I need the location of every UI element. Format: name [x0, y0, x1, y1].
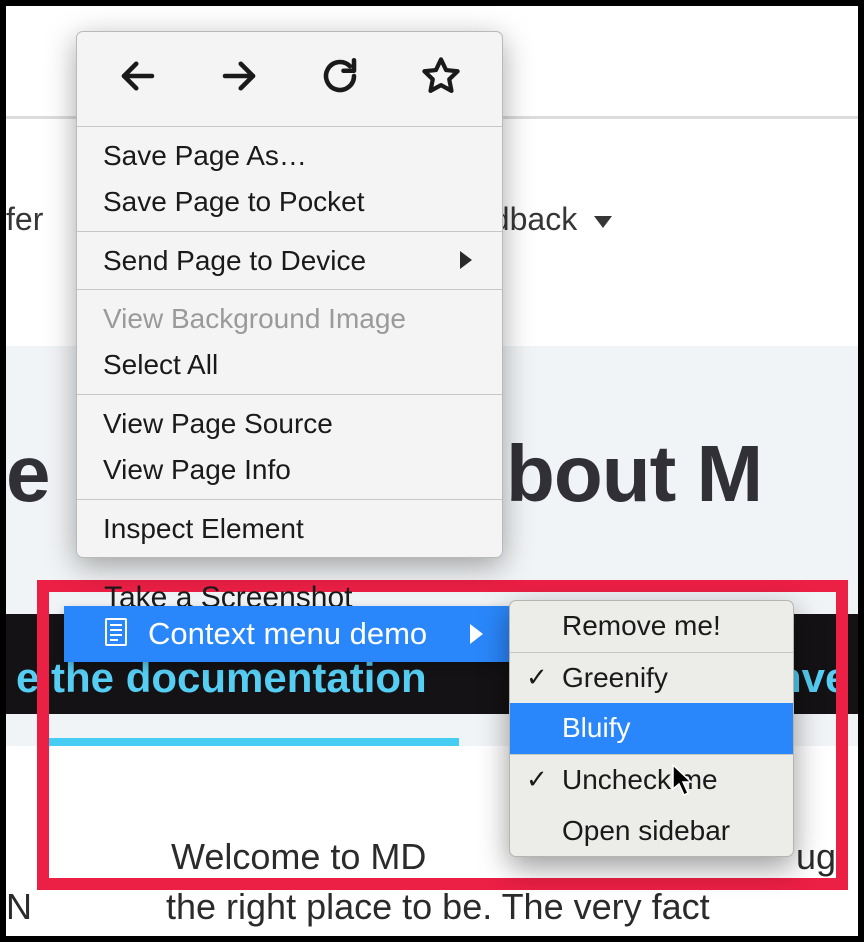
body-text-line2-right: the right place to be. The very fact	[166, 886, 710, 928]
context-menu-toolbar	[77, 32, 502, 126]
body-text-line2-left: N	[6, 886, 32, 928]
menu-item-label: Send Page to Device	[103, 242, 366, 280]
menu-item-save-page-as[interactable]: Save Page As…	[77, 133, 502, 179]
reload-icon[interactable]	[319, 55, 361, 104]
submenu-item-bluify[interactable]: Bluify	[510, 703, 793, 754]
menu-item-label: Save Page to Pocket	[103, 183, 365, 221]
menu-group: Send Page to Device	[77, 232, 502, 290]
chevron-right-icon	[470, 624, 483, 644]
context-submenu: Remove me! ✓ Greenify Bluify ✓ Uncheck m…	[509, 600, 794, 857]
menu-group: View Page Source View Page Info	[77, 395, 502, 499]
menu-item-label: Inspect Element	[103, 510, 304, 548]
forward-icon[interactable]	[218, 55, 260, 104]
chevron-down-icon	[594, 216, 612, 228]
menu-item-view-page-source[interactable]: View Page Source	[77, 401, 502, 447]
checkmark-icon: ✓	[526, 660, 548, 696]
submenu-item-label: Open sidebar	[562, 815, 730, 846]
submenu-item-label: Bluify	[562, 712, 630, 743]
submenu-item-greenify[interactable]: ✓ Greenify	[510, 653, 793, 704]
menu-item-save-to-pocket[interactable]: Save Page to Pocket	[77, 179, 502, 225]
chevron-right-icon	[460, 251, 472, 269]
nav-text-fragment-left: fer	[6, 201, 43, 238]
menu-group: Inspect Element	[77, 500, 502, 558]
menu-group: Save Page As… Save Page to Pocket	[77, 127, 502, 231]
document-icon	[104, 617, 128, 652]
menu-item-context-menu-demo[interactable]: Context menu demo	[64, 606, 509, 662]
submenu-item-label: Greenify	[562, 662, 668, 693]
menu-item-label: Save Page As…	[103, 137, 307, 175]
menu-item-view-background-image: View Background Image	[77, 296, 502, 342]
submenu-item-remove-me[interactable]: Remove me!	[510, 601, 793, 652]
menu-item-label: Select All	[103, 346, 218, 384]
back-icon[interactable]	[117, 55, 159, 104]
menu-item-label: Context menu demo	[148, 616, 470, 652]
menu-item-label: View Page Source	[103, 405, 333, 443]
bookmark-star-icon[interactable]	[420, 55, 462, 104]
menu-item-label: View Page Info	[103, 451, 291, 489]
checkmark-icon: ✓	[526, 762, 548, 798]
submenu-item-open-sidebar[interactable]: Open sidebar	[510, 806, 793, 857]
menu-item-select-all[interactable]: Select All	[77, 342, 502, 388]
menu-group: View Background Image Select All	[77, 290, 502, 394]
headline-fragment-right: bout M	[506, 428, 762, 520]
context-menu: Save Page As… Save Page to Pocket Send P…	[76, 31, 503, 558]
menu-item-inspect-element[interactable]: Inspect Element	[77, 506, 502, 552]
submenu-item-label: Remove me!	[562, 610, 721, 641]
submenu-item-uncheck-me[interactable]: ✓ Uncheck me	[510, 755, 793, 806]
mouse-cursor-icon	[672, 764, 696, 798]
headline-fragment-left: e	[6, 428, 50, 520]
menu-item-view-page-info[interactable]: View Page Info	[77, 447, 502, 493]
menu-item-send-page-to-device[interactable]: Send Page to Device	[77, 238, 502, 284]
menu-item-label: View Background Image	[103, 300, 406, 338]
nav-text: fer	[6, 201, 43, 237]
